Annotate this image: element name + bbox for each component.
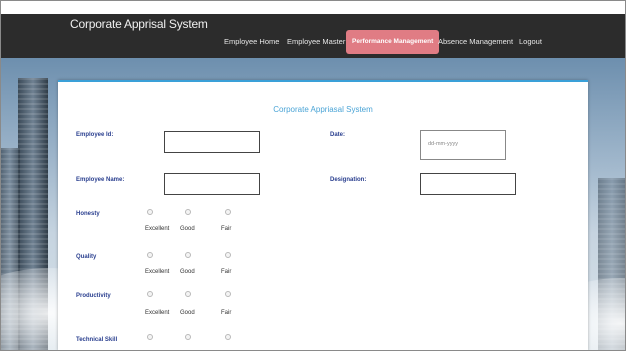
date-label: Date:: [330, 132, 346, 138]
nav-performance-management[interactable]: Performance Management: [346, 30, 440, 54]
main-nav: Employee Home Employee Master Performanc…: [0, 30, 626, 54]
radio-quality-good[interactable]: [185, 252, 191, 258]
rating-label-technical-skill: Technical Skill: [76, 337, 118, 343]
option-label-excellent: Excellent: [145, 269, 170, 275]
option-label-fair: Fair: [221, 310, 232, 316]
caption-strip: [0, 0, 626, 14]
nav-employee-master[interactable]: Employee Master: [287, 30, 345, 54]
option-label-good: Good: [180, 226, 195, 232]
date-field[interactable]: dd-mm-yyyy: [420, 130, 506, 160]
form-title: Corporate Appriasal System: [273, 105, 373, 114]
top-navbar: Corporate Apprisal System Employee Home …: [0, 14, 626, 58]
employee-id-field[interactable]: [164, 131, 260, 153]
radio-honesty-fair[interactable]: [225, 209, 231, 215]
employee-name-field[interactable]: [164, 173, 260, 195]
radio-productivity-fair[interactable]: [225, 291, 231, 297]
option-label-good: Good: [180, 310, 195, 316]
radio-technical-skill-good[interactable]: [185, 334, 191, 340]
radio-quality-fair[interactable]: [225, 252, 231, 258]
option-label-excellent: Excellent: [145, 226, 170, 232]
radio-technical-skill-fair[interactable]: [225, 334, 231, 340]
option-label-fair: Fair: [221, 269, 232, 275]
employee-id-label: Employee Id:: [76, 132, 114, 138]
rating-label-honesty: Honesty: [76, 211, 100, 217]
designation-label: Designation:: [330, 177, 367, 183]
radio-productivity-good[interactable]: [185, 291, 191, 297]
option-label-good: Good: [180, 269, 195, 275]
panel-accent-bar: [58, 80, 588, 82]
rating-label-productivity: Productivity: [76, 293, 111, 299]
radio-honesty-excellent[interactable]: [147, 209, 153, 215]
radio-honesty-good[interactable]: [185, 209, 191, 215]
nav-absence-management[interactable]: Absence Management: [438, 30, 513, 54]
option-label-fair: Fair: [221, 226, 232, 232]
app-title: Corporate Apprisal System: [70, 17, 208, 31]
radio-productivity-excellent[interactable]: [147, 291, 153, 297]
option-label-excellent: Excellent: [145, 310, 170, 316]
radio-quality-excellent[interactable]: [147, 252, 153, 258]
nav-employee-home[interactable]: Employee Home: [224, 30, 279, 54]
employee-name-label: Employee Name:: [76, 177, 125, 183]
radio-technical-skill-excellent[interactable]: [147, 334, 153, 340]
designation-field[interactable]: [420, 173, 516, 195]
rating-label-quality: Quality: [76, 254, 97, 260]
appraisal-form-panel: Corporate Appriasal System Employee Id: …: [58, 80, 588, 351]
nav-logout[interactable]: Logout: [519, 30, 542, 54]
